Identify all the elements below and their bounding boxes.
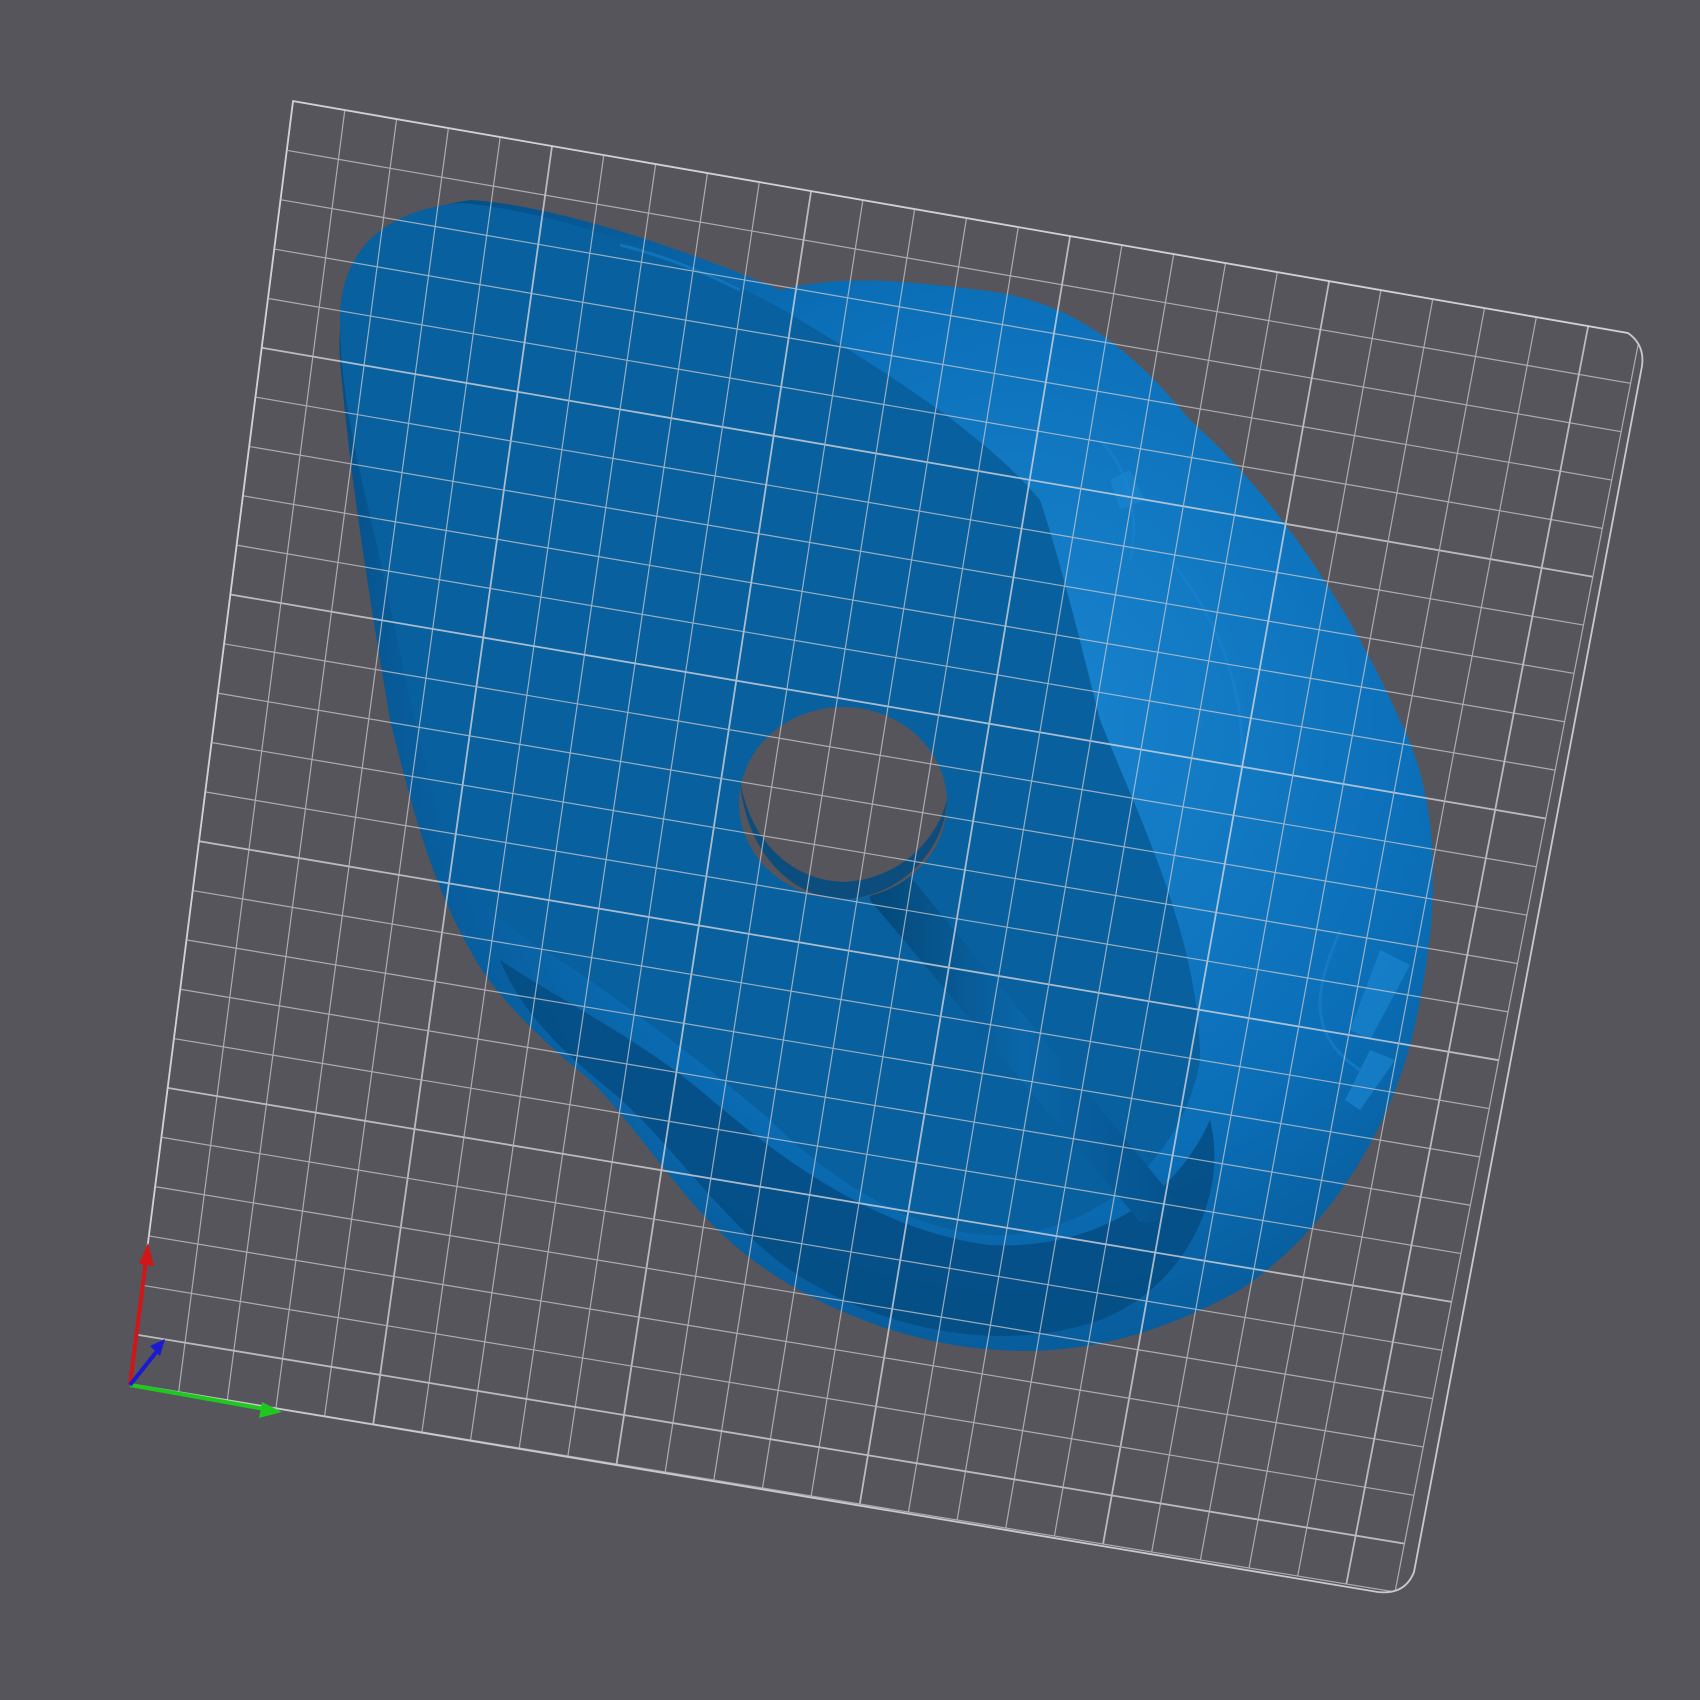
y-axis-arrowhead xyxy=(150,1339,165,1356)
x-axis-arrow xyxy=(129,1383,271,1412)
3d-model[interactable] xyxy=(339,200,1434,1351)
axis-gizmo xyxy=(128,1243,282,1418)
grid-line xyxy=(130,1383,1396,1593)
3d-viewport[interactable] xyxy=(0,0,1700,1700)
scene-canvas[interactable] xyxy=(0,0,1700,1700)
grid-line xyxy=(136,1333,1405,1545)
model-through-hole xyxy=(739,707,947,899)
z-axis-arrowhead xyxy=(139,1243,154,1266)
grid-line xyxy=(1394,334,1641,1593)
grid-line xyxy=(142,1284,1414,1496)
x-axis-arrowhead xyxy=(259,1402,282,1418)
